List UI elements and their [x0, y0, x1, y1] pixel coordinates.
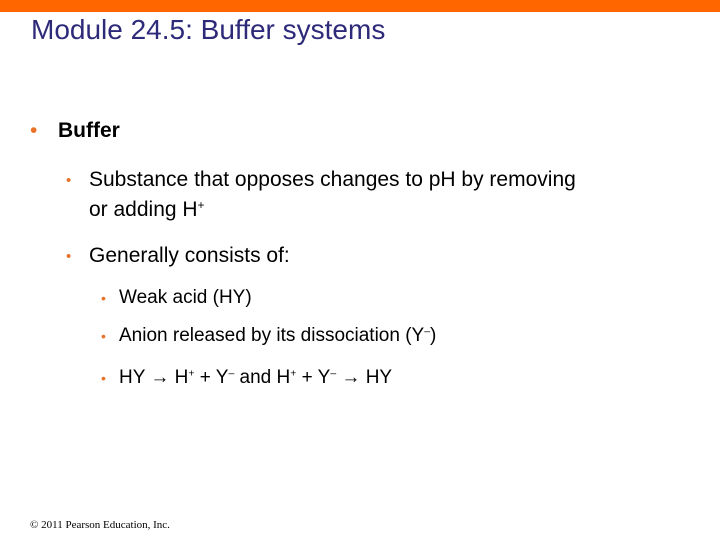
eq-text: HY [360, 367, 393, 388]
bullet-icon: • [66, 248, 72, 265]
eq-text: HY [119, 367, 151, 388]
eq-text: H [169, 367, 189, 388]
bullet-icon: • [66, 172, 72, 189]
copyright-footer: © 2011 Pearson Education, Inc. [30, 519, 170, 531]
arrow-right-icon: → [150, 367, 170, 388]
bullet-buffer: Buffer [58, 119, 120, 142]
arrow-right-icon: → [341, 367, 361, 388]
bullet-equation: HY → H+ + Y– and H+ + Y– → HY [119, 367, 392, 389]
bullet-consists: Generally consists of: [89, 244, 290, 267]
bullet-icon: • [101, 370, 106, 386]
definition-text: or adding H [89, 198, 198, 221]
superscript: + [197, 200, 205, 213]
bullet-definition-line1: Substance that opposes changes to pH by … [89, 168, 576, 191]
bullet-icon: • [101, 290, 106, 306]
anion-close: ) [430, 325, 437, 346]
slide-title: Module 24.5: Buffer systems [31, 14, 386, 45]
superscript: – [330, 368, 337, 380]
eq-text: + Y [194, 367, 229, 388]
eq-text: and H [234, 367, 291, 388]
header-accent-bar [0, 0, 720, 12]
anion-text: Anion released by its dissociation (Y [119, 325, 425, 346]
bullet-anion: Anion released by its dissociation (Y–) [119, 325, 436, 347]
bullet-definition-line2: or adding H+ [89, 198, 204, 222]
eq-text: + Y [296, 367, 331, 388]
bullet-icon: • [101, 328, 106, 344]
bullet-weak-acid: Weak acid (HY) [119, 287, 252, 308]
bullet-icon: • [30, 119, 38, 142]
